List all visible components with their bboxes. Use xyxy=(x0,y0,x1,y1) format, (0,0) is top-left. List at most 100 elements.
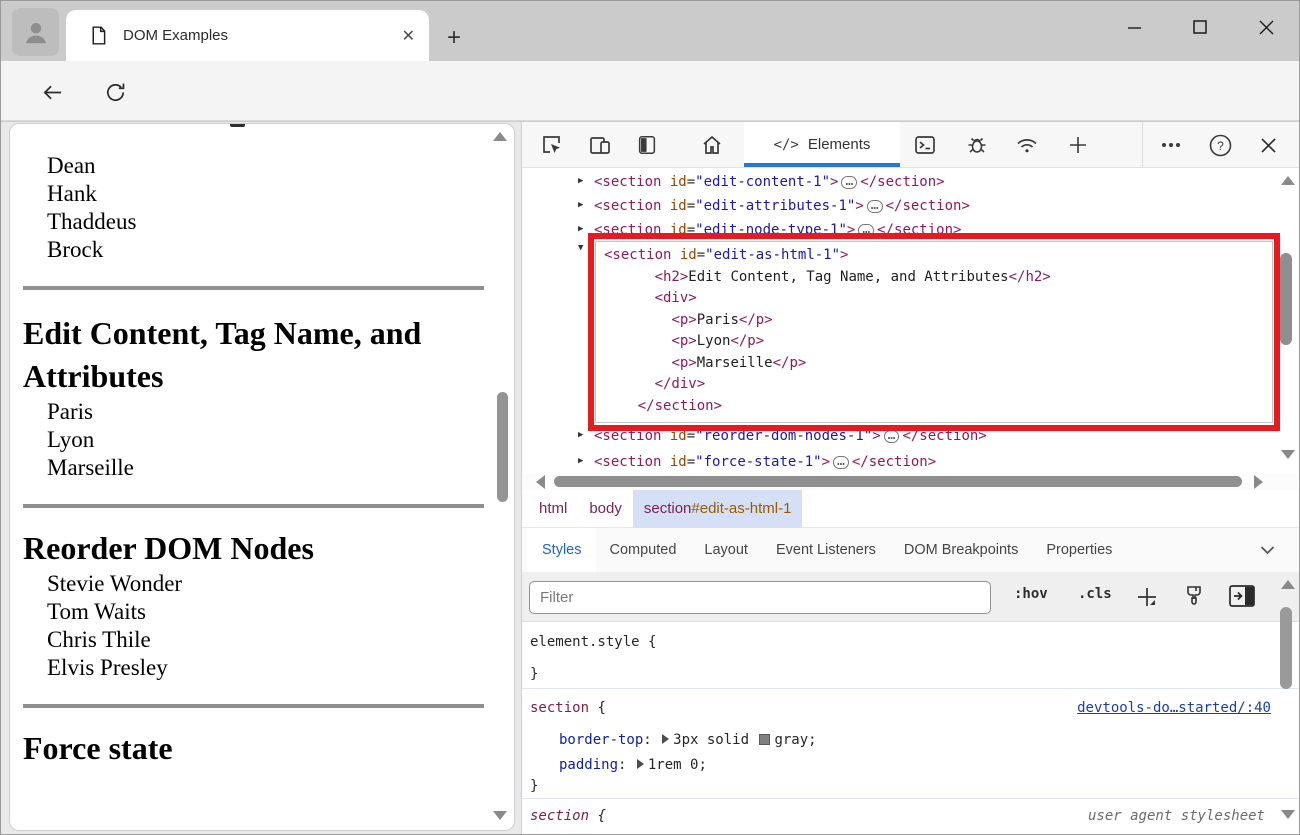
tab-event-listeners[interactable]: Event Listeners xyxy=(762,528,890,572)
toggle-hover-state-button[interactable]: :hov xyxy=(1014,586,1048,602)
browser-window: DOM Examples ✕ + xyxy=(0,0,1300,835)
page-scroll-down-arrow[interactable] xyxy=(493,811,507,820)
page-scrollbar-thumb[interactable] xyxy=(497,392,508,502)
editor-code-line: <div> xyxy=(604,288,1272,310)
expand-arrow-icon[interactable]: ▶ xyxy=(578,430,583,440)
breadcrumb-item-selected[interactable]: section#edit-as-html-1 xyxy=(633,490,803,528)
expand-arrow-icon[interactable] xyxy=(637,759,644,769)
section-rule-selector[interactable]: section { xyxy=(530,698,606,718)
expand-arrow-icon[interactable]: ▶ xyxy=(578,176,583,186)
dom-scrollbar-thumb[interactable] xyxy=(1280,253,1292,345)
console-icon[interactable] xyxy=(910,131,940,159)
styles-scroll-up-arrow[interactable] xyxy=(1281,580,1295,589)
dom-node-row[interactable]: <section id="edit-attributes-1">…</secti… xyxy=(594,196,970,216)
breadcrumb-item-body[interactable]: body xyxy=(578,490,633,528)
editor-code-line: <h2>Edit Content, Tag Name, and Attribut… xyxy=(604,267,1272,289)
expand-arrow-icon[interactable]: ▶ xyxy=(578,224,583,234)
devtools-panel: </> Elements xyxy=(521,122,1300,835)
tab-styles[interactable]: Styles xyxy=(528,528,596,572)
inline-style-close-brace: } xyxy=(530,664,538,684)
styles-scroll-down-arrow[interactable] xyxy=(1281,810,1295,819)
page-list-item: Hank xyxy=(47,180,496,208)
dom-scroll-up-arrow[interactable] xyxy=(1281,176,1295,185)
dom-node-row[interactable]: <section id="edit-content-1">…</section> xyxy=(594,172,945,192)
address-toolbar: https://microsoftedge.github.io/Demos/de… xyxy=(1,61,1299,121)
editor-code-line: </div> xyxy=(604,374,1272,396)
person-icon xyxy=(21,17,51,47)
home-icon[interactable] xyxy=(697,131,727,159)
dom-scroll-left-arrow[interactable] xyxy=(536,475,545,489)
color-swatch[interactable] xyxy=(759,734,770,745)
inline-style-rule[interactable]: element.style { xyxy=(530,632,656,652)
ellipsis-expand-badge[interactable]: … xyxy=(841,176,857,189)
page-list-item: Chris Thile xyxy=(47,626,496,654)
new-tab-button[interactable]: + xyxy=(439,23,469,53)
dock-panel-icon[interactable] xyxy=(632,131,662,159)
toggle-class-button[interactable]: .cls xyxy=(1078,586,1112,602)
more-tabs-plus-icon[interactable] xyxy=(1063,131,1093,159)
open-sidebar-panel-icon[interactable] xyxy=(1228,583,1256,609)
styles-tab-bar: StylesComputedLayoutEvent ListenersDOM B… xyxy=(522,528,1300,572)
dom-horizontal-scrollbar-thumb[interactable] xyxy=(554,476,1242,487)
expand-arrow-icon[interactable]: ▶ xyxy=(578,200,583,210)
tab-properties[interactable]: Properties xyxy=(1032,528,1126,572)
expand-arrow-icon[interactable]: ▶ xyxy=(578,456,583,466)
page-horizontal-rule xyxy=(23,286,484,290)
window-maximize-button[interactable] xyxy=(1167,1,1233,53)
rendering-brush-icon[interactable] xyxy=(1182,584,1206,610)
ellipsis-expand-badge[interactable]: … xyxy=(833,456,849,469)
expand-arrow-icon[interactable] xyxy=(662,734,669,744)
dom-tree: <section id="edit-as-html-1"> <h2>Edit C… xyxy=(522,168,1300,474)
section-rule-close-brace: } xyxy=(530,776,538,796)
ellipsis-expand-badge[interactable]: … xyxy=(884,430,900,443)
profile-avatar-button[interactable] xyxy=(12,8,59,56)
edit-as-html-highlight-box: <section id="edit-as-html-1"> <h2>Edit C… xyxy=(588,233,1280,431)
ellipsis-expand-badge[interactable]: … xyxy=(867,200,883,213)
page-list: DeanHankThaddeusBrock xyxy=(47,152,496,264)
declaration-padding[interactable]: padding: 1rem 0; xyxy=(559,755,707,775)
dom-scroll-down-arrow[interactable] xyxy=(1281,450,1295,459)
tab-elements[interactable]: </> Elements xyxy=(744,122,900,167)
window-close-button[interactable] xyxy=(1233,1,1299,53)
tab-dom-breakpoints[interactable]: DOM Breakpoints xyxy=(890,528,1032,572)
inspect-element-icon[interactable] xyxy=(537,131,567,159)
tab-computed[interactable]: Computed xyxy=(596,528,691,572)
title-bar: DOM Examples ✕ + xyxy=(1,1,1299,61)
refresh-button[interactable] xyxy=(98,79,132,105)
tab-layout[interactable]: Layout xyxy=(690,528,762,572)
help-icon[interactable]: ? xyxy=(1205,131,1235,159)
page-list: Stevie WonderTom WaitsChris ThileElvis P… xyxy=(47,570,496,682)
breadcrumb-item-html[interactable]: html xyxy=(528,490,578,528)
dom-scroll-right-arrow[interactable] xyxy=(1254,475,1263,489)
chevron-down-icon[interactable] xyxy=(1260,528,1275,572)
declaration-border-top[interactable]: border-top: 3px solid gray; xyxy=(559,730,817,750)
devtools-close-icon[interactable] xyxy=(1253,131,1283,159)
styles-filter-input[interactable] xyxy=(529,581,991,614)
devtools-more-menu-icon[interactable] xyxy=(1156,131,1186,159)
device-emulation-icon[interactable] xyxy=(585,131,615,159)
styles-scrollbar-thumb[interactable] xyxy=(1280,607,1292,689)
breadcrumb: htmlbodysection#edit-as-html-1 xyxy=(522,490,1300,528)
elements-tab-label: Elements xyxy=(808,136,871,153)
edit-as-html-textarea[interactable]: <section id="edit-as-html-1"> <h2>Edit C… xyxy=(595,241,1273,423)
browser-tab[interactable]: DOM Examples ✕ xyxy=(66,10,429,61)
network-wifi-icon[interactable] xyxy=(1012,131,1042,159)
page-heading: Reorder DOM Nodes xyxy=(23,527,491,570)
back-button[interactable] xyxy=(35,79,69,105)
rule-divider xyxy=(522,688,1300,689)
new-style-rule-button[interactable] xyxy=(1134,584,1160,610)
page-list-item: Tom Waits xyxy=(47,598,496,626)
code-brackets-icon: </> xyxy=(774,137,799,153)
ua-rule-selector[interactable]: section { xyxy=(530,806,606,826)
expand-arrow-open-icon[interactable]: ▼ xyxy=(578,243,583,253)
issues-bug-icon[interactable] xyxy=(962,131,992,159)
tab-close-icon[interactable]: ✕ xyxy=(402,26,415,46)
editor-code-line: </section> xyxy=(604,396,1272,418)
dom-node-row[interactable]: <section id="force-state-1">…</section> xyxy=(594,452,936,472)
window-minimize-button[interactable] xyxy=(1101,1,1167,53)
page-favicon-icon xyxy=(88,25,109,46)
page-scroll-up-arrow[interactable] xyxy=(493,132,507,141)
page-horizontal-rule xyxy=(23,704,484,708)
stylesheet-source-link[interactable]: devtools-do…started/:40 xyxy=(1077,698,1271,718)
toolbar-divider xyxy=(1142,122,1143,167)
